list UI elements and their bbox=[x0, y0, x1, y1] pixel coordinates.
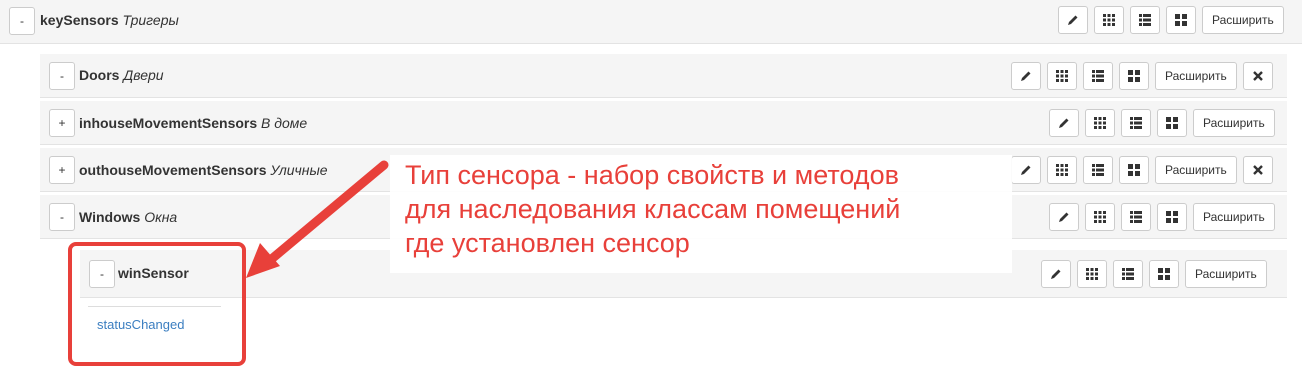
annotation-arrow-icon bbox=[246, 160, 389, 278]
